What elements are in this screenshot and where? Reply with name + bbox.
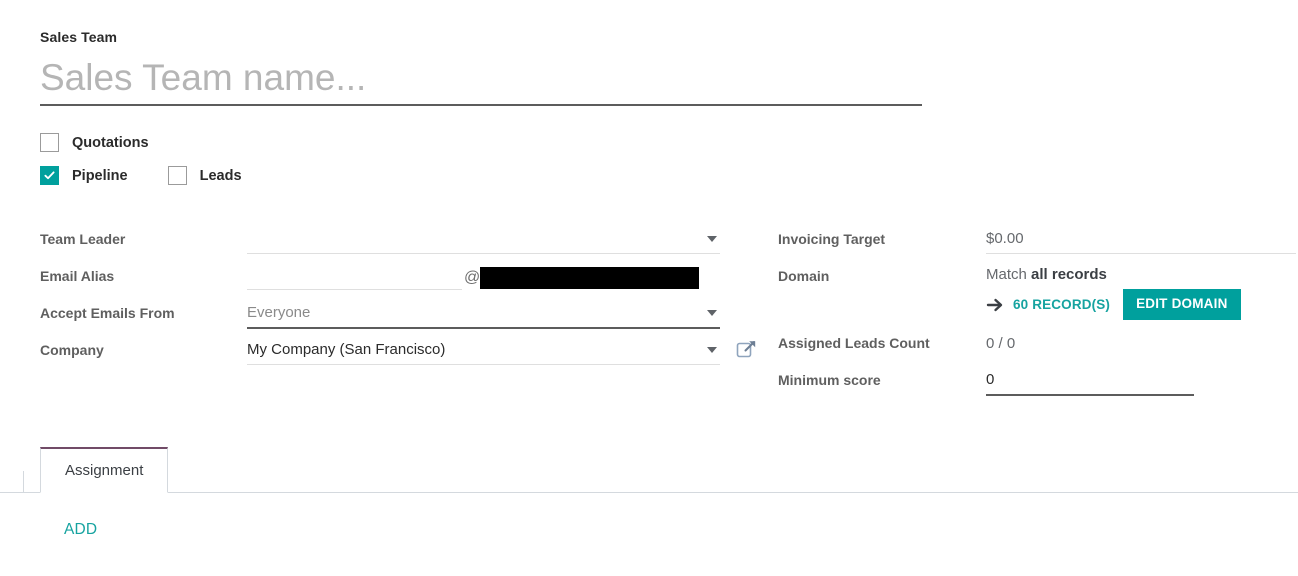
- email-alias-value: @: [247, 263, 730, 291]
- chevron-down-icon[interactable]: [707, 310, 717, 316]
- minimum-score-input[interactable]: 0: [986, 367, 1194, 396]
- invoicing-target-value: $0.00: [986, 226, 1296, 254]
- accept-emails-from-label: Accept Emails From: [40, 305, 175, 321]
- quotations-checkbox-row: Quotations: [40, 133, 149, 152]
- pipeline-label: Pipeline: [72, 167, 128, 184]
- assignment-tab-panel: ADD: [0, 493, 1298, 539]
- team-leader-row: Team Leader: [40, 226, 730, 263]
- external-link-icon: [736, 341, 756, 358]
- assigned-leads-count-text: 0 / 0: [986, 335, 1016, 352]
- minimum-score-value: 0: [986, 367, 1278, 396]
- team-leader-value: [247, 226, 730, 254]
- domain-actions: 60 RECORD(S) EDIT DOMAIN: [986, 289, 1278, 320]
- page-title: Sales Team: [40, 29, 118, 45]
- invoicing-target-label: Invoicing Target: [778, 231, 886, 247]
- minimum-score-row: Minimum score 0: [778, 367, 1278, 404]
- arrow-right-icon: [986, 298, 1003, 311]
- invoicing-target-text: $0.00: [986, 230, 1024, 247]
- team-leader-select[interactable]: [247, 226, 720, 254]
- form-title-block: Sales Team: [40, 28, 940, 106]
- chevron-down-icon[interactable]: [707, 347, 717, 353]
- tab-assignment-label: Assignment: [65, 462, 144, 479]
- domain-value: Match all records 60 RECORD(S) EDIT DOMA…: [986, 263, 1278, 320]
- at-symbol: @: [464, 269, 481, 286]
- company-value: My Company (San Francisco): [247, 337, 756, 365]
- notebook: Assignment ADD: [0, 447, 1298, 539]
- pipeline-leads-checkbox-row: Pipeline Leads: [40, 166, 242, 185]
- team-name-input[interactable]: [40, 56, 922, 100]
- pipeline-checkbox[interactable]: [40, 166, 59, 185]
- sales-team-form: Sales Team Quotations Pipeline Leads: [0, 0, 1298, 576]
- company-label: Company: [40, 342, 104, 358]
- assigned-leads-count-row: Assigned Leads Count 0 / 0: [778, 330, 1278, 367]
- chevron-down-icon[interactable]: [707, 236, 717, 242]
- minimum-score-label: Minimum score: [778, 372, 881, 388]
- check-icon: [44, 171, 55, 180]
- tab-assignment[interactable]: Assignment: [40, 447, 169, 493]
- team-leader-label: Team Leader: [40, 231, 126, 247]
- tabs-left-edge: [0, 471, 24, 493]
- email-alias-row: Email Alias @: [40, 263, 730, 300]
- leads-label: Leads: [199, 167, 242, 184]
- domain-label: Domain: [778, 268, 830, 284]
- invoicing-target-row: Invoicing Target $0.00: [778, 226, 1296, 263]
- domain-match-value: all records: [1031, 266, 1107, 283]
- right-field-column: Invoicing Target $0.00 Domain Match all …: [778, 226, 1296, 404]
- email-alias-label: Email Alias: [40, 268, 115, 284]
- company-select[interactable]: My Company (San Francisco): [247, 337, 720, 365]
- open-company-external-link-icon[interactable]: [736, 338, 758, 360]
- assigned-leads-count-value: 0 / 0: [986, 330, 1278, 358]
- records-count-link[interactable]: 60 RECORD(S): [1013, 297, 1110, 312]
- assigned-leads-count-label: Assigned Leads Count: [778, 335, 930, 351]
- company-row: Company My Company (San Francisco): [40, 337, 756, 374]
- edit-domain-button[interactable]: EDIT DOMAIN: [1123, 289, 1241, 320]
- quotations-label: Quotations: [72, 134, 149, 151]
- company-text: My Company (San Francisco): [247, 341, 446, 358]
- accept-emails-from-text: Everyone: [247, 304, 311, 321]
- team-name-field-wrap: [40, 56, 922, 106]
- team-leader-text: [247, 226, 720, 227]
- left-field-column: Team Leader Email Alias @ Accept Emails …: [40, 226, 756, 374]
- domain-match-prefix: Match: [986, 266, 1027, 283]
- add-button[interactable]: ADD: [64, 521, 97, 539]
- email-domain-redaction: [480, 267, 700, 289]
- leads-checkbox[interactable]: [167, 166, 187, 185]
- invoicing-target-input[interactable]: $0.00: [986, 226, 1296, 254]
- accept-emails-from-row: Accept Emails From Everyone: [40, 300, 730, 337]
- domain-match-text: Match all records: [986, 263, 1278, 287]
- accept-emails-from-value: Everyone: [247, 300, 730, 329]
- email-alias-input[interactable]: [247, 263, 462, 290]
- domain-row: Domain Match all records 60 RECORD(S) ED…: [778, 263, 1278, 320]
- accept-emails-from-select[interactable]: Everyone: [247, 300, 720, 329]
- quotations-checkbox[interactable]: [40, 133, 59, 152]
- email-alias-group: @: [247, 263, 730, 290]
- tabs-bar: Assignment: [0, 447, 1298, 493]
- minimum-score-text: 0: [986, 371, 995, 388]
